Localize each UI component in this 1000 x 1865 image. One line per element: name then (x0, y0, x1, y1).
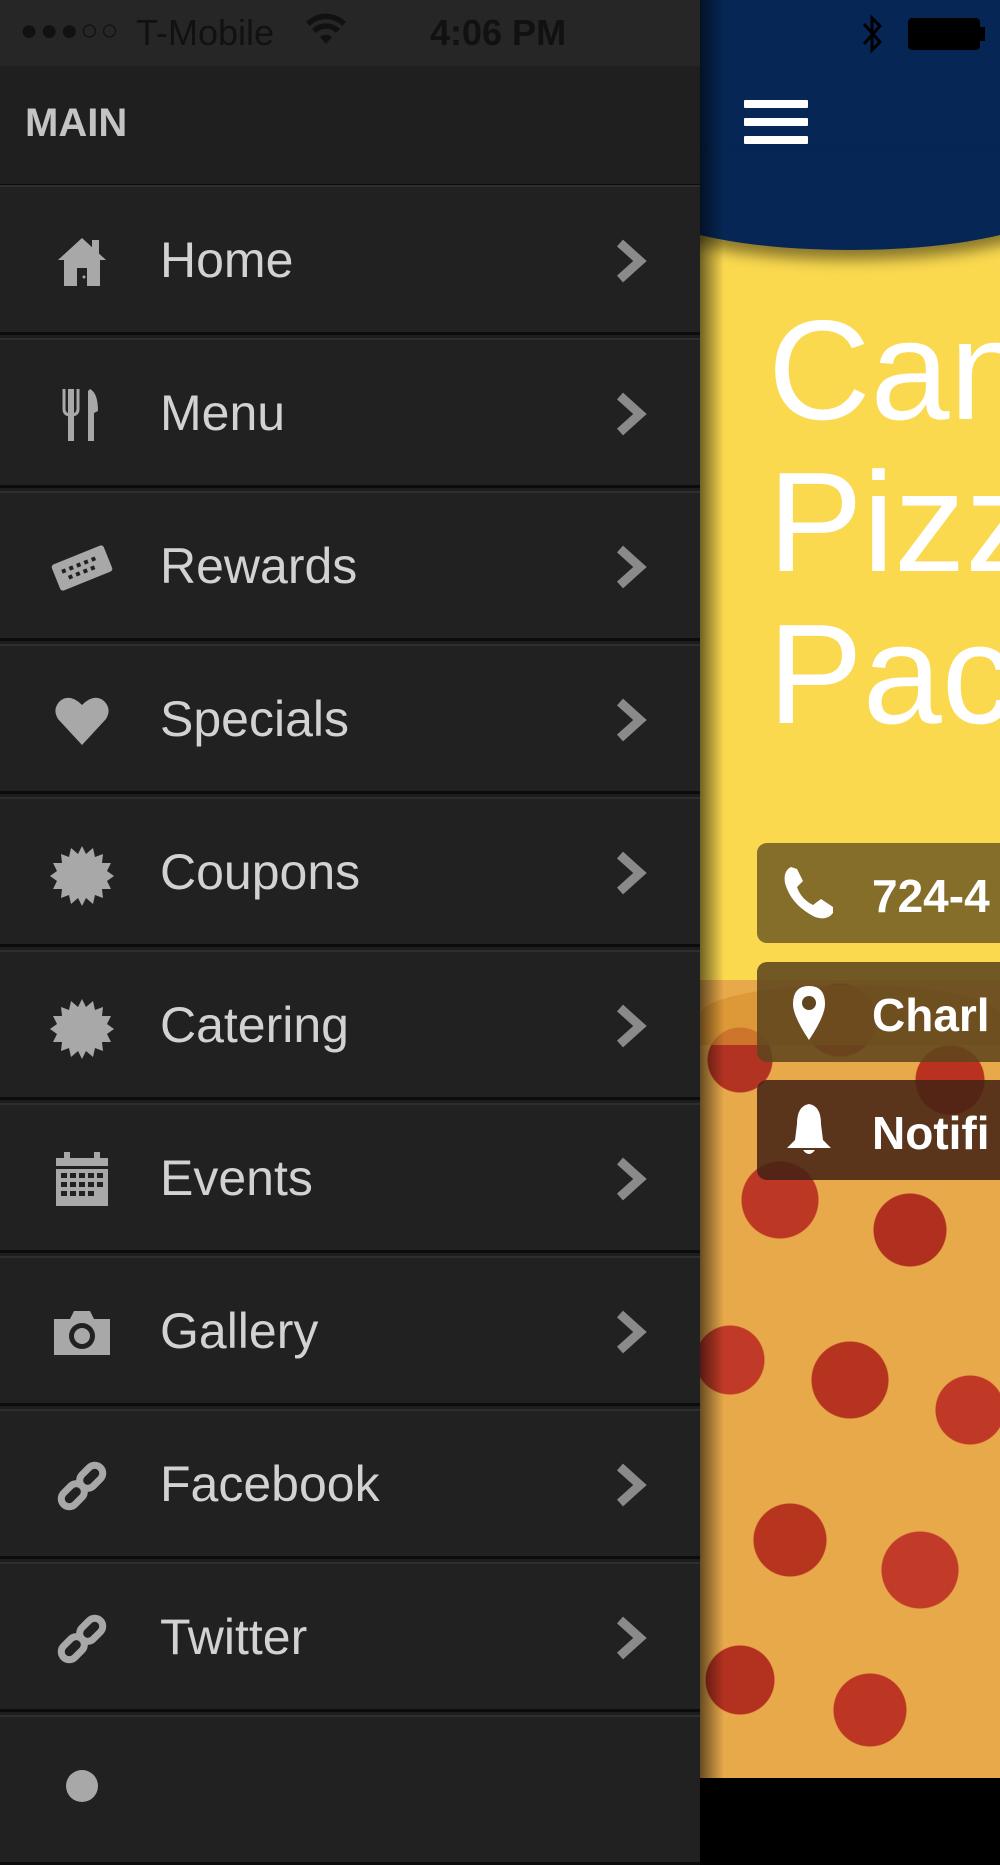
menu-item-specials[interactable]: Specials (0, 644, 700, 794)
menu-item-label: Home (160, 232, 294, 288)
chevron-right-icon (612, 698, 652, 742)
chevron-right-icon (612, 239, 652, 283)
chevron-right-icon (612, 545, 652, 589)
signal-strength: ●●●○○ (20, 14, 121, 47)
menu-item-label: Specials (160, 691, 349, 747)
location-button[interactable]: Charl (757, 962, 1000, 1062)
menu-item-label: Events (160, 1150, 313, 1206)
menu-item-label: Gallery (160, 1303, 319, 1359)
menu-item-events[interactable]: Events (0, 1103, 700, 1253)
call-button[interactable]: 724-4 (757, 843, 1000, 943)
side-drawer: MAIN Home Menu Rewards Specials Coupons … (0, 66, 700, 1865)
menu-item-label: Facebook (160, 1456, 380, 1512)
phone-number: 724-4 (872, 870, 990, 922)
app-header-curve (700, 150, 1000, 250)
menu-item-twitter[interactable]: Twitter (0, 1562, 700, 1712)
drawer-section-header: MAIN (0, 66, 700, 187)
menu-item-partial[interactable] (0, 1715, 700, 1865)
app-main-screen: Can Pizz Pac 724-4 Charl Notifi (700, 0, 1000, 1778)
menu-item-label: Menu (160, 385, 286, 441)
chevron-right-icon (612, 1157, 652, 1201)
ticket-icon (50, 536, 114, 600)
link-icon (50, 1454, 114, 1518)
menu-item-coupons[interactable]: Coupons (0, 797, 700, 947)
status-time: 4:06 PM (430, 12, 567, 53)
battery-tip (980, 27, 985, 41)
restaurant-title-line-3: Pac (768, 595, 1000, 754)
notifications-text: Notifi (872, 1107, 990, 1159)
carrier-name: T-Mobile (136, 12, 275, 53)
menu-item-label: Rewards (160, 538, 358, 594)
chevron-right-icon (612, 1616, 652, 1660)
bell-icon (779, 1100, 839, 1160)
restaurant-title-line-1: Can (768, 291, 1000, 450)
location-text: Charl (872, 989, 990, 1041)
menu-item-catering[interactable]: Catering (0, 950, 700, 1100)
battery-icon (908, 18, 980, 50)
section-title: MAIN (25, 101, 128, 145)
link-icon (50, 1607, 114, 1671)
menu-item-rewards[interactable]: Rewards (0, 491, 700, 641)
menu-item-facebook[interactable]: Facebook (0, 1409, 700, 1559)
hamburger-menu-icon[interactable] (744, 100, 808, 150)
chevron-right-icon (612, 392, 652, 436)
chevron-right-icon (612, 1463, 652, 1507)
chevron-right-icon (612, 851, 652, 895)
menu-item-home[interactable]: Home (0, 185, 700, 335)
menu-item-menu[interactable]: Menu (0, 338, 700, 488)
menu-item-label: Twitter (160, 1609, 308, 1665)
restaurant-title-line-2: Pizz (768, 443, 1000, 602)
location-pin-icon (50, 1760, 114, 1824)
home-icon (50, 230, 114, 294)
drawer-shadow (700, 0, 724, 1778)
badge-icon (50, 995, 114, 1059)
phone-icon (779, 863, 839, 923)
wifi-icon (306, 12, 346, 57)
chevron-right-icon (612, 1310, 652, 1354)
camera-icon (50, 1301, 114, 1365)
status-bar: ●●●○○ T-Mobile 4:06 PM (0, 0, 700, 66)
badge-icon (50, 842, 114, 906)
calendar-icon (50, 1148, 114, 1212)
heart-icon (50, 689, 114, 753)
fork-knife-icon (50, 383, 114, 447)
menu-item-label: Catering (160, 997, 349, 1053)
menu-item-gallery[interactable]: Gallery (0, 1256, 700, 1406)
menu-item-label: Coupons (160, 844, 361, 900)
bluetooth-icon (860, 14, 884, 59)
notifications-button[interactable]: Notifi (757, 1080, 1000, 1180)
location-pin-icon (779, 982, 839, 1042)
chevron-right-icon (612, 1004, 652, 1048)
